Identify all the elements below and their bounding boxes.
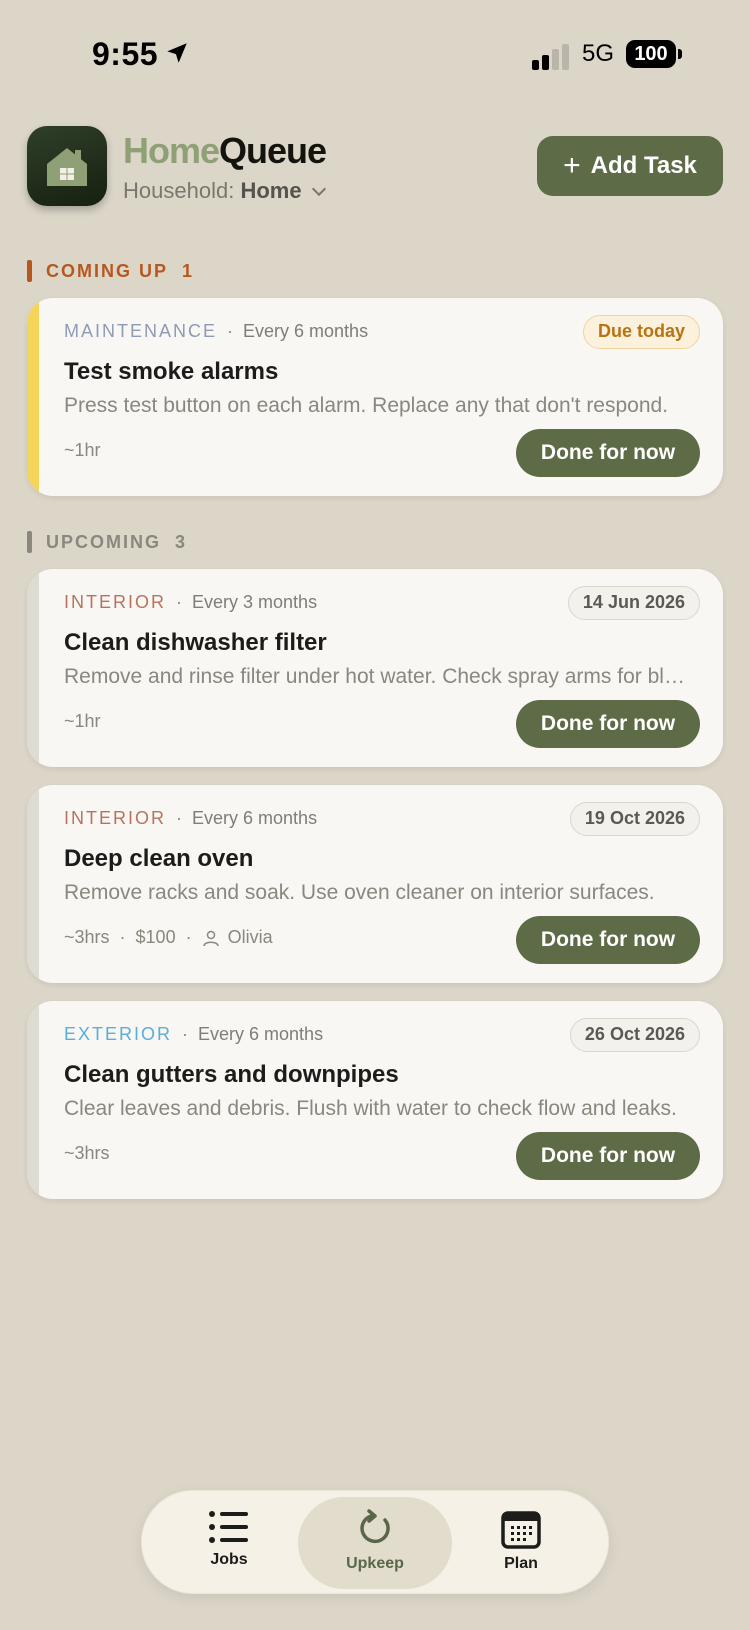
refresh-icon — [360, 1509, 390, 1544]
battery-level: 100 — [626, 40, 676, 68]
battery-icon: 100 — [626, 40, 682, 68]
calendar-icon — [501, 1511, 541, 1549]
list-icon — [209, 1511, 248, 1543]
task-details: ~3hrs · $100 · Olivia — [64, 927, 273, 947]
task-cost: $100 — [135, 927, 176, 947]
task-frequency: Every 6 months — [198, 1024, 324, 1044]
task-description: Clear leaves and debris. Flush with wate… — [64, 1097, 677, 1120]
task-description: Press test button on each alarm. Replace… — [64, 394, 669, 417]
person-icon — [202, 930, 219, 946]
task-category: INTERIOR — [64, 592, 167, 612]
task-card[interactable]: INTERIOR · Every 3 months 14 Jun 2026 Cl… — [27, 569, 723, 767]
task-card[interactable]: EXTERIOR · Every 6 months 26 Oct 2026 Cl… — [27, 1001, 723, 1199]
signal-icon — [532, 44, 569, 70]
task-assignee: Olivia — [227, 927, 273, 947]
app-title-part-1: Home — [123, 130, 220, 171]
task-meta: INTERIOR · Every 3 months — [64, 592, 318, 612]
task-category: INTERIOR — [64, 808, 167, 828]
status-bar: 9:55 5G 100 — [0, 36, 750, 76]
app-title: HomeQueue — [123, 130, 327, 172]
task-description: Remove and rinse filter under hot water.… — [64, 665, 694, 688]
section-coming-up: COMING UP 1 — [27, 260, 194, 282]
plus-icon: + — [563, 149, 581, 182]
bottom-nav: Jobs Upkeep Plan — [141, 1490, 609, 1594]
section-upcoming: UPCOMING 3 — [27, 531, 187, 553]
location-arrow-icon — [167, 43, 187, 63]
nav-upkeep[interactable]: Upkeep — [298, 1497, 452, 1589]
done-for-now-button[interactable]: Done for now — [516, 700, 700, 748]
app-logo — [27, 126, 107, 206]
task-details: ~1hr — [64, 711, 101, 732]
nav-plan-label: Plan — [504, 1555, 538, 1572]
task-description: Remove racks and soak. Use oven cleaner … — [64, 881, 655, 904]
house-icon — [47, 148, 87, 186]
task-duration: ~3hrs — [64, 1143, 110, 1163]
section-label: COMING UP — [46, 260, 169, 281]
add-task-button[interactable]: + Add Task — [537, 136, 723, 196]
task-frequency: Every 6 months — [192, 808, 318, 828]
section-label: UPCOMING — [46, 531, 161, 552]
task-meta: INTERIOR · Every 6 months — [64, 808, 318, 828]
due-badge: Due today — [582, 315, 700, 349]
status-time: 9:55 — [92, 36, 159, 72]
due-date-badge: 26 Oct 2026 — [569, 1018, 700, 1052]
done-for-now-button[interactable]: Done for now — [516, 916, 700, 964]
network-label: 5G — [582, 40, 615, 67]
task-title: Clean gutters and downpipes — [64, 1061, 399, 1088]
household-value: Home — [240, 178, 302, 203]
task-category: EXTERIOR — [64, 1024, 173, 1044]
nav-upkeep-label: Upkeep — [346, 1555, 404, 1572]
done-for-now-button[interactable]: Done for now — [516, 429, 700, 477]
household-label: Household: — [123, 178, 235, 203]
task-card[interactable]: MAINTENANCE · Every 6 months Due today T… — [27, 298, 723, 496]
task-duration: ~1hr — [64, 440, 101, 460]
due-date-badge: 19 Oct 2026 — [569, 802, 700, 836]
task-duration: ~1hr — [64, 711, 101, 731]
task-details: ~1hr — [64, 440, 101, 461]
task-card[interactable]: INTERIOR · Every 6 months 19 Oct 2026 De… — [27, 785, 723, 983]
task-frequency: Every 6 months — [243, 321, 369, 341]
chevron-down-icon — [311, 181, 326, 197]
task-duration: ~3hrs — [64, 927, 110, 947]
task-category: MAINTENANCE — [64, 321, 218, 341]
app-title-part-2: Queue — [219, 130, 327, 171]
task-details: ~3hrs — [64, 1143, 110, 1164]
household-selector[interactable]: Household: Home — [123, 178, 326, 204]
nav-jobs[interactable]: Jobs — [152, 1497, 306, 1589]
task-frequency: Every 3 months — [192, 592, 318, 612]
task-meta: EXTERIOR · Every 6 months — [64, 1024, 324, 1044]
section-count: 1 — [182, 260, 195, 281]
task-meta: MAINTENANCE · Every 6 months — [64, 321, 369, 341]
nav-plan[interactable]: Plan — [444, 1497, 598, 1589]
task-title: Clean dishwasher filter — [64, 629, 327, 656]
add-task-label: Add Task — [590, 152, 697, 179]
section-count: 3 — [175, 531, 188, 552]
due-date-badge: 14 Jun 2026 — [567, 586, 700, 620]
nav-jobs-label: Jobs — [210, 1551, 248, 1568]
task-title: Test smoke alarms — [64, 358, 279, 385]
done-for-now-button[interactable]: Done for now — [516, 1132, 700, 1180]
task-title: Deep clean oven — [64, 845, 254, 872]
